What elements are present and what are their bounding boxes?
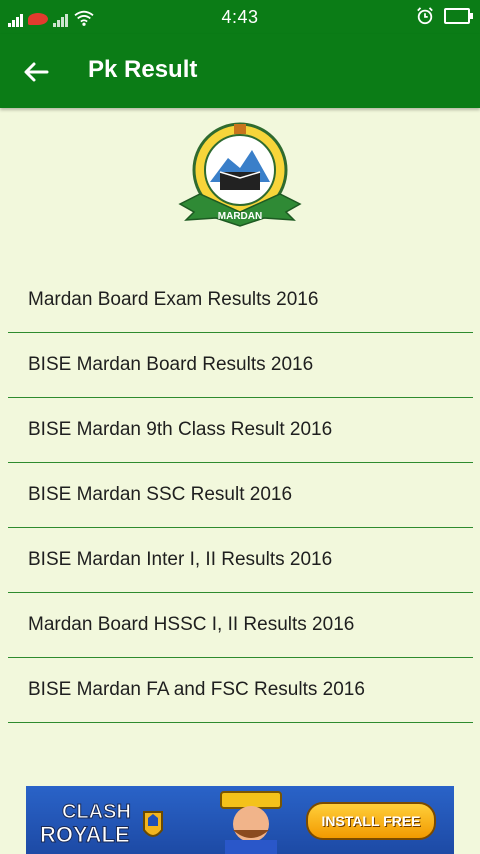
- page-title: Pk Result: [88, 56, 198, 83]
- list-item-label: Mardan Board Exam Results 2016: [28, 289, 319, 310]
- status-bar: 4:43: [0, 0, 480, 34]
- list-item[interactable]: BISE Mardan SSC Result 2016: [8, 463, 473, 528]
- back-button[interactable]: [18, 54, 54, 90]
- ad-character-image: [220, 791, 282, 854]
- ad-brand-line1: CLASH: [62, 801, 131, 823]
- list-item[interactable]: BISE Mardan Board Results 2016: [8, 333, 473, 398]
- logo-text: MARDAN: [218, 211, 262, 222]
- ad-banner[interactable]: CLASH ROYALE INSTALL FREE: [26, 786, 454, 854]
- board-logo: MARDAN: [178, 122, 302, 227]
- ad-game-logo: CLASH ROYALE: [40, 801, 163, 848]
- arrow-left-icon: [24, 62, 49, 82]
- list-item-label: BISE Mardan Inter I, II Results 2016: [28, 549, 333, 570]
- list-item-label: Mardan Board HSSC I, II Results 2016: [28, 614, 355, 635]
- alarm-icon: [417, 7, 433, 25]
- list-item[interactable]: Mardan Board Exam Results 2016: [8, 268, 473, 333]
- status-time: 4:43: [221, 7, 259, 27]
- status-icons-right: [416, 7, 473, 25]
- list-item[interactable]: BISE Mardan 9th Class Result 2016: [8, 398, 473, 463]
- list-item-label: BISE Mardan Board Results 2016: [28, 354, 314, 375]
- list-item[interactable]: Mardan Board HSSC I, II Results 2016: [8, 593, 473, 658]
- results-list: Mardan Board Exam Results 2016 BISE Mard…: [8, 268, 473, 723]
- app-bar: Pk Result: [0, 34, 480, 108]
- list-item-label: BISE Mardan 9th Class Result 2016: [28, 419, 333, 440]
- battery-icon: [444, 8, 473, 24]
- list-item[interactable]: BISE Mardan Inter I, II Results 2016: [8, 528, 473, 593]
- list-item-label: BISE Mardan FA and FSC Results 2016: [28, 679, 365, 700]
- list-item-label: BISE Mardan SSC Result 2016: [28, 484, 293, 505]
- list-item[interactable]: BISE Mardan FA and FSC Results 2016: [8, 658, 473, 723]
- ad-brand-line2: ROYALE: [40, 822, 130, 847]
- install-free-button[interactable]: INSTALL FREE: [306, 802, 436, 840]
